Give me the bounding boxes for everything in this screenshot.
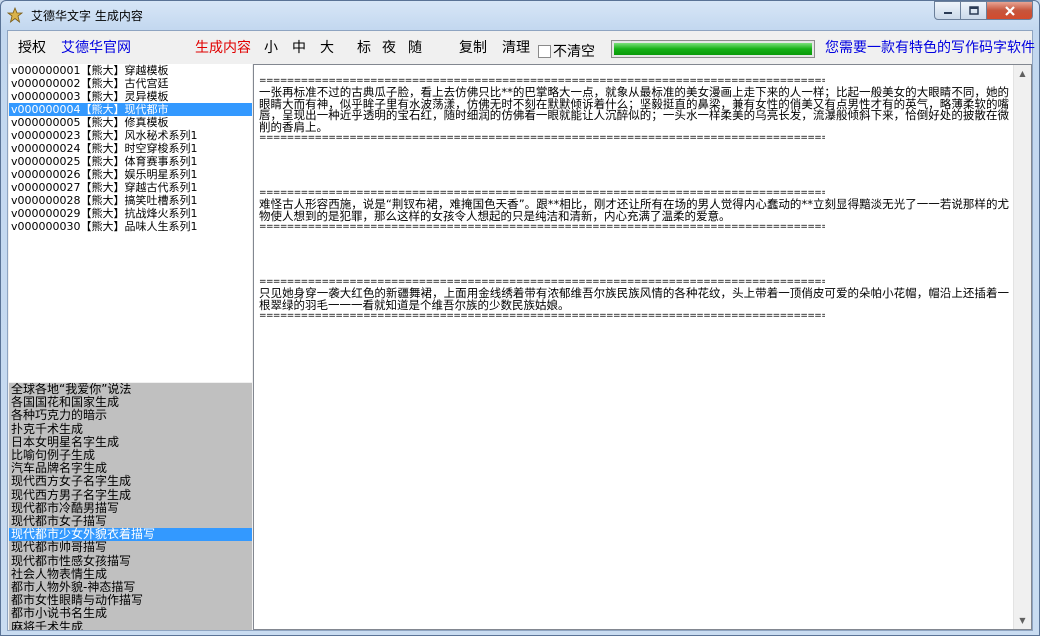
minimize-icon [943,11,952,14]
close-button[interactable] [987,1,1033,20]
category-list-item[interactable]: 现代都市性感女孩描写 [9,554,252,568]
content-text[interactable]: ========================================… [259,77,1009,321]
separator-line: ========================================… [259,134,825,143]
official-site-link[interactable]: 艾德华官网 [61,40,131,56]
category-list[interactable]: 全球各地“我爱你”说法 各国国花和国家生成 各种巧克力的暗示 扑克千术生成 日本女明星名… [9,383,252,630]
authorize-button[interactable]: 授权 [18,40,46,56]
maximize-button[interactable] [961,1,987,20]
app-window: 艾德华文字 生成内容 授权 艾德华官网 生成内容 小 中 大 标 夜 随 复制 … [0,0,1040,636]
category-list-item[interactable]: 各种巧克力的暗示 [9,409,252,422]
app-icon [7,7,23,23]
window-controls [934,1,1033,21]
vertical-scrollbar[interactable]: ▲ ▼ [1013,65,1031,629]
client-area: 授权 艾德华官网 生成内容 小 中 大 标 夜 随 复制 清理 不清空 您需要一… [7,30,1035,631]
template-list-item[interactable]: v000000028【熊大】搞笑吐槽系列1 [9,194,252,207]
font-medium-button[interactable]: 中 [292,40,306,56]
template-list-item[interactable]: v000000002【熊大】古代宫廷 [9,77,252,90]
maximize-icon [968,6,979,15]
no-clear-checkbox[interactable]: 不清空 [538,41,595,61]
category-list-item[interactable]: 麻将千术生成 [9,620,252,630]
generate-button[interactable]: 生成内容 [195,40,251,56]
toolbar: 授权 艾德华官网 生成内容 小 中 大 标 夜 随 复制 清理 不清空 您需要一… [8,31,1035,63]
category-list-item[interactable]: 现代西方男子名字生成 [9,488,252,502]
window-title: 艾德华文字 生成内容 [31,9,143,23]
category-list-item[interactable]: 都市小说书名生成 [9,607,252,620]
no-clear-label: 不清空 [553,44,595,60]
clear-button[interactable]: 清理 [502,40,530,56]
template-list[interactable]: v000000001【熊大】穿越模板 v000000002【熊大】古代宫廷 v000… [9,64,252,382]
font-large-button[interactable]: 大 [320,40,334,56]
separator-line: ========================================… [259,223,825,232]
content-paragraph: 难怪古人形容西施，说是“荆钗布裙，难掩国色天香”。跟**相比，刚才还让所有在场的… [259,197,1009,223]
template-list-item[interactable]: v000000029【熊大】抗战烽火系列1 [9,207,252,220]
ad-link[interactable]: 您需要一款有特色的写作码字软件 [825,40,1035,56]
separator-line: ========================================… [259,312,825,321]
checkbox-box[interactable] [538,44,551,58]
title-bar[interactable]: 艾德华文字 生成内容 [1,1,1039,29]
style-random-button[interactable]: 随 [408,40,422,56]
progress-bar [611,40,815,58]
copy-button[interactable]: 复制 [459,40,487,56]
close-icon [1004,5,1015,16]
template-list-item[interactable]: v000000023【熊大】风水秘术系列1 [9,129,252,142]
style-night-button[interactable]: 夜 [382,40,396,56]
scroll-up-icon[interactable]: ▲ [1014,65,1031,82]
content-paragraph: 一张再标准不过的古典瓜子脸，看上去仿佛只比**的巴掌略大一点，就象从最标准的美女… [259,85,1009,134]
template-list-item[interactable]: v000000003【熊大】灵异模板 [9,90,252,103]
style-standard-button[interactable]: 标 [357,40,371,56]
template-list-item[interactable]: v000000004【熊大】现代都市 [9,103,252,116]
minimize-button[interactable] [934,1,961,20]
template-list-item[interactable]: v000000027【熊大】穿越古代系列1 [9,181,252,194]
template-list-item[interactable]: v000000005【熊大】修真模板 [9,116,252,129]
scroll-down-icon[interactable]: ▼ [1014,612,1031,629]
category-list-item[interactable]: 扑克千术生成 [9,422,252,436]
template-list-item[interactable]: v000000030【熊大】品味人生系列1 [9,220,252,233]
content-paragraph: 只见她身穿一袭大红色的新疆舞裙，上面用金线绣着带有浓郁维吾尔族民族风情的各种花纹… [259,286,1009,312]
template-list-item[interactable]: v000000026【熊大】娱乐明星系列1 [9,168,252,181]
template-list-item[interactable]: v000000025【熊大】体育赛事系列1 [9,155,252,168]
template-list-item[interactable]: v000000024【熊大】时空穿梭系列1 [9,142,252,155]
template-list-item[interactable]: v000000001【熊大】穿越模板 [9,64,252,77]
font-small-button[interactable]: 小 [264,40,278,56]
category-list-item[interactable]: 现代西方女子名字生成 [9,475,252,488]
progress-fill [614,43,812,55]
category-list-item[interactable]: 现代都市帅哥描写 [9,541,252,554]
content-editor[interactable]: ========================================… [253,64,1032,630]
